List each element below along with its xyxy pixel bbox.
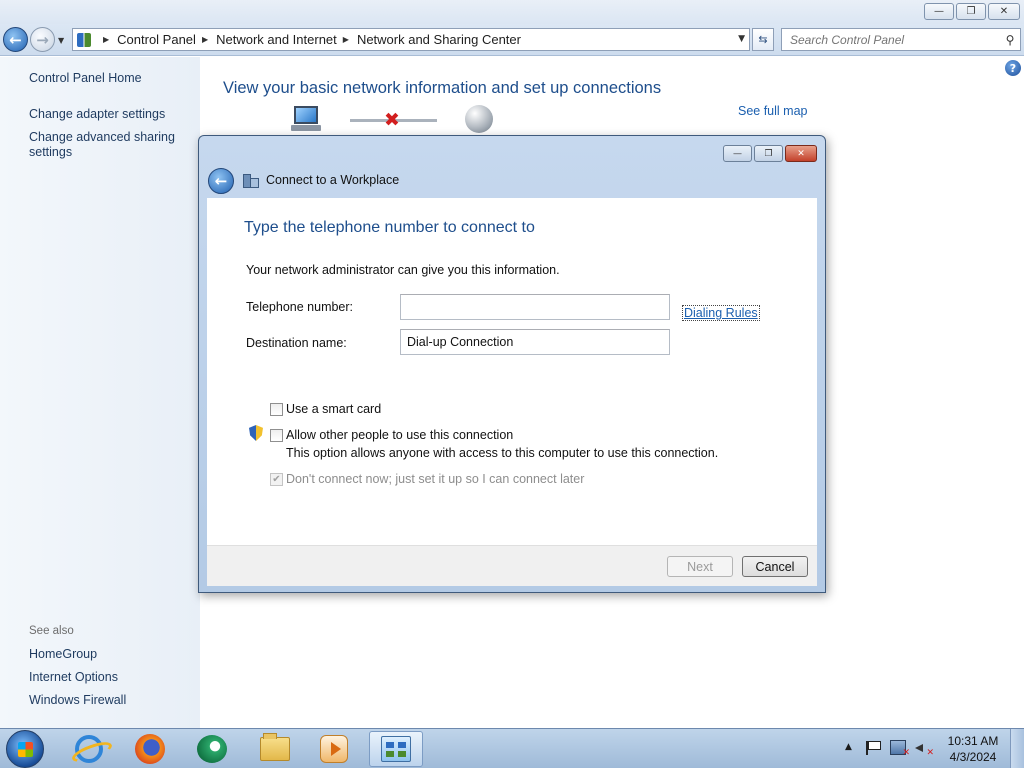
internet-globe-icon[interactable]	[465, 105, 493, 133]
show-desktop-button[interactable]	[1010, 729, 1024, 768]
next-button[interactable]: Next	[667, 556, 733, 577]
disconnected-x-icon[interactable]: ✖	[384, 109, 400, 131]
workplace-icon	[243, 172, 259, 188]
dialog-close-button[interactable]: ✕	[785, 145, 817, 162]
breadcrumb-network-and-sharing-center[interactable]: Network and Sharing Center	[357, 32, 521, 47]
telephone-number-input[interactable]	[400, 294, 670, 320]
dialog-footer: Next Cancel	[207, 545, 817, 586]
chevron-right-icon[interactable]: ▶	[343, 35, 349, 44]
close-button[interactable]: ✕	[988, 3, 1020, 20]
window-caption-buttons: — ❐ ✕	[924, 3, 1020, 20]
clock-date: 4/3/2024	[949, 750, 997, 764]
dialog-minimize-button[interactable]: —	[723, 145, 752, 162]
chevron-right-icon[interactable]: ▶	[103, 35, 109, 44]
taskbar: ▲ 10:31 AM 4/3/2024	[0, 728, 1024, 768]
media-player-icon	[320, 735, 348, 763]
control-panel-home-link[interactable]: Control Panel Home	[29, 71, 142, 86]
action-center-flag-icon[interactable]	[866, 741, 881, 755]
search-icon[interactable]: ⚲	[1000, 33, 1020, 47]
forward-button[interactable]: →	[30, 27, 55, 52]
network-status-icon[interactable]	[890, 740, 910, 758]
smart-card-checkbox[interactable]	[270, 403, 283, 416]
uac-shield-icon	[249, 425, 263, 441]
window-titlebar: — ❐ ✕	[0, 0, 1024, 24]
allow-others-description: This option allows anyone with access to…	[286, 446, 719, 460]
back-button[interactable]: ←	[3, 27, 28, 52]
connect-to-workplace-dialog: — ❐ ✕ ← Connect to a Workplace Type the …	[198, 135, 826, 593]
firefox-icon	[135, 734, 165, 764]
start-button[interactable]	[6, 730, 44, 768]
windows-firewall-link[interactable]: Windows Firewall	[29, 693, 126, 708]
control-panel-icon	[77, 32, 91, 47]
dialog-heading: Type the telephone number to connect to	[244, 219, 535, 236]
internet-explorer-icon	[75, 735, 103, 763]
homegroup-link[interactable]: HomeGroup	[29, 647, 97, 662]
info-text: Your network administrator can give you …	[246, 263, 560, 277]
dialing-rules-link[interactable]: Dialing Rules	[682, 305, 760, 321]
dialog-back-button[interactable]: ←	[208, 168, 234, 194]
see-full-map-link[interactable]: See full map	[738, 104, 807, 118]
minimize-button[interactable]: —	[924, 3, 954, 20]
taskbar-messenger[interactable]	[185, 731, 239, 767]
taskbar-windows-explorer[interactable]	[248, 731, 302, 767]
taskbar-internet-explorer[interactable]	[62, 731, 116, 767]
dialog-caption-buttons: — ❐ ✕	[723, 145, 817, 162]
see-also-label: See also	[29, 625, 74, 637]
page-title: View your basic network information and …	[223, 79, 662, 97]
breadcrumb-network-and-internet[interactable]: Network and Internet	[216, 32, 337, 47]
smart-card-label[interactable]: Use a smart card	[286, 402, 381, 416]
cancel-button[interactable]: Cancel	[742, 556, 808, 577]
destination-name-label: Destination name:	[246, 336, 347, 350]
windows-logo-icon	[18, 742, 33, 757]
dont-connect-now-checkbox[interactable]: ✔	[270, 473, 283, 486]
change-adapter-settings-link[interactable]: Change adapter settings	[29, 107, 165, 122]
destination-name-input[interactable]	[400, 329, 670, 355]
breadcrumb-control-panel[interactable]: Control Panel	[117, 32, 196, 47]
search-box[interactable]: ⚲	[781, 28, 1021, 51]
folder-icon	[260, 733, 290, 761]
show-hidden-icons-chevron-icon[interactable]: ▲	[845, 742, 852, 752]
refresh-button[interactable]: ⇆	[752, 28, 774, 51]
allow-others-checkbox[interactable]	[270, 429, 283, 442]
search-input[interactable]	[782, 29, 1000, 50]
navigation-bar: ← → ▼ ▶ Control Panel ▶ Network and Inte…	[0, 24, 1024, 56]
change-advanced-sharing-settings-link[interactable]: Change advanced sharing settings	[29, 130, 189, 160]
help-icon[interactable]: ?	[1005, 60, 1021, 76]
messenger-icon	[197, 735, 227, 763]
taskbar-control-panel[interactable]	[369, 731, 423, 767]
taskbar-media-center[interactable]	[307, 731, 361, 767]
system-clock[interactable]: 10:31 AM 4/3/2024	[940, 733, 1006, 765]
control-panel-icon	[381, 736, 411, 762]
dialog-maximize-button[interactable]: ❐	[754, 145, 783, 162]
dialog-body: Type the telephone number to connect to …	[207, 198, 817, 586]
volume-muted-icon[interactable]	[915, 741, 934, 758]
dialog-title: Connect to a Workplace	[266, 173, 400, 187]
telephone-number-label: Telephone number:	[246, 300, 354, 314]
address-dropdown-icon[interactable]: ▼	[738, 34, 745, 44]
restore-button[interactable]: ❐	[956, 3, 986, 20]
clock-time: 10:31 AM	[947, 734, 999, 748]
recent-pages-chevron-icon[interactable]: ▼	[58, 36, 64, 45]
internet-options-link[interactable]: Internet Options	[29, 670, 118, 685]
chevron-right-icon[interactable]: ▶	[202, 35, 208, 44]
left-task-pane: Control Panel Home Change adapter settin…	[0, 57, 200, 728]
computer-icon[interactable]	[290, 106, 322, 132]
allow-others-label[interactable]: Allow other people to use this connectio…	[286, 428, 513, 442]
dont-connect-now-label[interactable]: Don't connect now; just set it up so I c…	[286, 472, 584, 486]
taskbar-firefox[interactable]	[123, 731, 177, 767]
address-bar[interactable]: ▶ Control Panel ▶ Network and Internet ▶…	[72, 28, 750, 51]
